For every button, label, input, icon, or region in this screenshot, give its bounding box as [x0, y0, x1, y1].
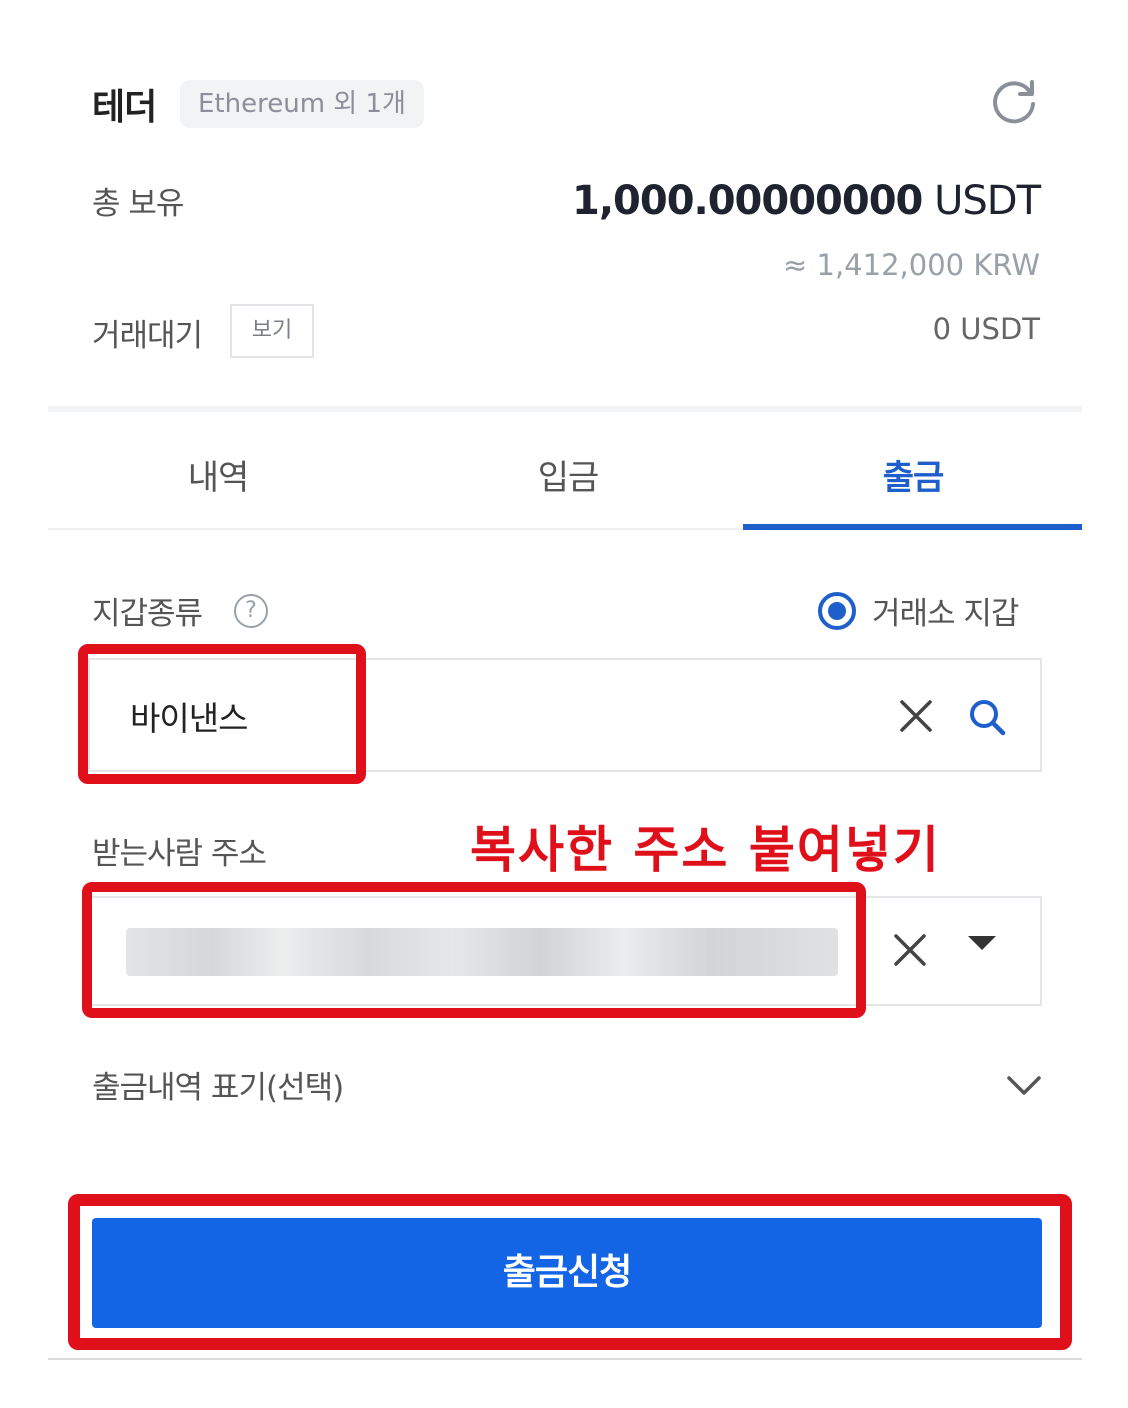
- clear-exchange-icon[interactable]: [896, 696, 936, 740]
- highlight-box-exchange: [78, 644, 366, 784]
- total-krw-value: ≈ 1,412,000 KRW: [783, 248, 1040, 282]
- highlight-box-address: [82, 882, 866, 1018]
- chevron-down-icon[interactable]: [1004, 1070, 1044, 1104]
- recipient-address-label: 받는사람 주소: [92, 836, 267, 872]
- tab-deposit[interactable]: 입금: [398, 450, 738, 499]
- total-amount-value: 1,000.00000000: [572, 178, 923, 224]
- bottom-divider: [48, 1358, 1082, 1360]
- withdraw-panel: 테더 Ethereum 외 1개 총 보유 1,000.00000000 USD…: [48, 48, 1082, 1360]
- total-amount-unit: USDT: [934, 178, 1041, 224]
- withdraw-memo-label[interactable]: 출금내역 표기(선택): [92, 1062, 344, 1107]
- coin-name: 테더: [92, 87, 157, 128]
- view-pending-button[interactable]: 보기: [230, 304, 314, 358]
- tab-withdraw[interactable]: 출금: [743, 450, 1083, 499]
- section-divider: [48, 406, 1082, 412]
- total-holdings-amount: 1,000.00000000 USDT: [572, 178, 1041, 224]
- refresh-icon[interactable]: [988, 78, 1040, 130]
- network-badge: Ethereum 외 1개: [180, 80, 424, 128]
- wallet-type-label: 지갑종류: [92, 596, 203, 632]
- search-icon[interactable]: [966, 696, 1008, 742]
- address-dropdown-caret-icon[interactable]: [968, 936, 996, 950]
- help-icon[interactable]: ?: [234, 594, 268, 628]
- clear-address-icon[interactable]: [890, 930, 930, 974]
- total-holdings-label: 총 보유: [92, 186, 184, 222]
- tab-history[interactable]: 내역: [48, 450, 388, 499]
- pending-label: 거래대기: [92, 318, 203, 354]
- exchange-wallet-radio[interactable]: [818, 592, 856, 630]
- active-tab-indicator: [743, 524, 1082, 530]
- pending-amount: 0 USDT: [932, 312, 1040, 346]
- exchange-wallet-label: 거래소 지갑: [872, 596, 1019, 632]
- paste-address-annotation: 복사한 주소 붙여넣기: [470, 821, 941, 879]
- highlight-box-submit: [68, 1194, 1072, 1350]
